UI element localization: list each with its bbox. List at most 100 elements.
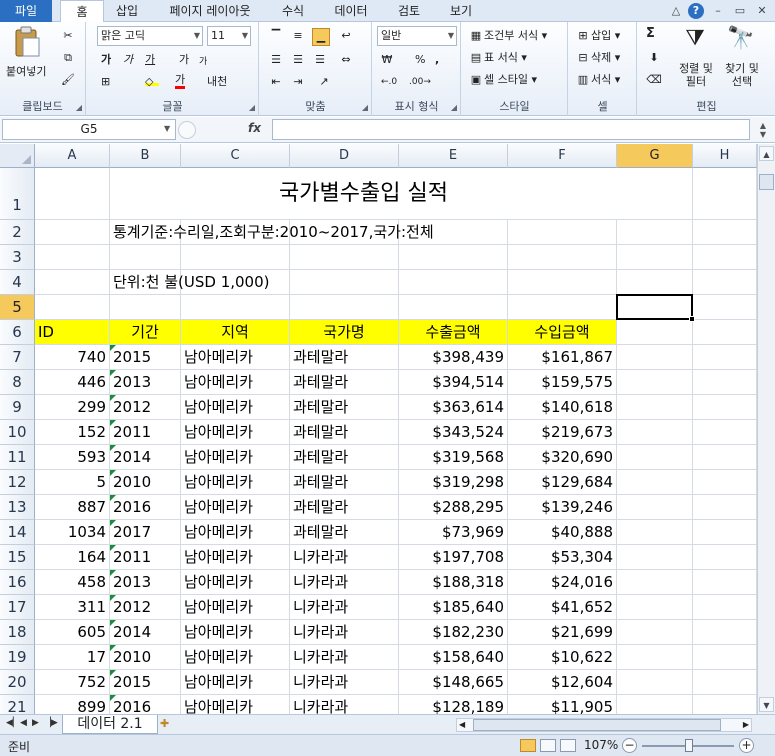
row-header[interactable]: 10 [0,420,35,445]
grid-cell[interactable] [693,345,757,370]
grid-cell[interactable] [693,595,757,620]
table-cell-region[interactable]: 남아메리카 [181,370,290,395]
italic-button[interactable]: 가 [123,52,133,68]
column-header-b[interactable]: B [110,144,181,168]
grid-cell[interactable] [617,495,693,520]
shrink-font-button[interactable]: 가 [199,54,207,70]
table-header-cell[interactable]: 지역 [181,320,290,345]
text-number-warning-icon[interactable] [110,370,116,376]
table-cell-country[interactable]: 과테말라 [290,445,399,470]
table-cell-country[interactable]: 과테말라 [290,495,399,520]
row-header[interactable]: 16 [0,570,35,595]
name-box[interactable]: G5 [2,119,176,140]
vertical-scrollbar[interactable]: ▲ ▼ [757,144,775,714]
table-cell-id[interactable]: 299 [35,395,110,420]
border-icon[interactable]: ⊞ [101,74,110,90]
row-header[interactable]: 5 [0,295,35,320]
table-cell-id[interactable]: 17 [35,645,110,670]
table-cell-export[interactable]: $182,230 [399,620,508,645]
paste-icon[interactable] [12,26,42,58]
column-header-g[interactable]: G [617,144,693,168]
tab-file[interactable]: 파일 [0,0,52,22]
text-number-warning-icon[interactable] [110,545,116,551]
table-cell-id[interactable]: 164 [35,545,110,570]
orientation-icon[interactable]: ↗ [316,74,332,90]
table-cell-period[interactable]: 2010 [110,470,181,495]
bold-button[interactable]: 가 [101,52,111,68]
grid-cell[interactable] [617,345,693,370]
grid-cell[interactable] [617,595,693,620]
scroll-up-icon[interactable]: ▲ [759,146,774,161]
table-cell-region[interactable]: 남아메리카 [181,695,290,714]
prev-sheet-icon[interactable]: ◀ [20,718,27,728]
table-cell-import[interactable]: $129,684 [508,470,617,495]
grid-cell[interactable] [693,520,757,545]
grid-cell[interactable] [35,245,110,270]
close-icon[interactable]: ✕ [754,3,770,19]
table-cell-region[interactable]: 남아메리카 [181,345,290,370]
grid-cell[interactable] [693,295,757,320]
increase-decimal-icon[interactable]: ←.0 [381,74,397,90]
expand-formula-icon[interactable]: ▲ ▼ [757,121,769,139]
row-header[interactable]: 9 [0,395,35,420]
row-header[interactable]: 17 [0,595,35,620]
grid-cell[interactable] [35,220,110,245]
text-number-warning-icon[interactable] [110,670,116,676]
grid-cell[interactable] [617,168,693,220]
grid-cell[interactable] [290,270,399,295]
text-number-warning-icon[interactable] [110,445,116,451]
table-cell-export[interactable]: $288,295 [399,495,508,520]
formula-options-icon[interactable] [178,121,196,139]
row-header[interactable]: 1 [0,168,35,220]
grid-cell[interactable] [693,370,757,395]
table-cell-period[interactable]: 2014 [110,445,181,470]
table-cell-export[interactable]: $185,640 [399,595,508,620]
insert-function-button[interactable]: fx [248,121,261,135]
table-cell-id[interactable]: 593 [35,445,110,470]
table-cell-import[interactable]: $12,604 [508,670,617,695]
grid-cell[interactable] [693,420,757,445]
text-number-warning-icon[interactable] [110,470,116,476]
table-cell-period[interactable]: 2010 [110,645,181,670]
row-header[interactable]: 12 [0,470,35,495]
grid-cell[interactable] [290,245,399,270]
align-center-icon[interactable]: ☰ [290,52,306,68]
table-cell-export[interactable]: $394,514 [399,370,508,395]
sort-filter-icon[interactable]: ⧩ [680,26,710,51]
table-cell-export[interactable]: $398,439 [399,345,508,370]
last-sheet-icon[interactable]: ▕▶ [44,718,58,728]
row-header[interactable]: 13 [0,495,35,520]
table-cell-region[interactable]: 남아메리카 [181,645,290,670]
grid-cell[interactable] [110,295,181,320]
grid-cell[interactable] [617,445,693,470]
grid-cell[interactable] [693,220,757,245]
table-cell-period[interactable]: 2014 [110,620,181,645]
table-header-cell[interactable]: 수출금액 [399,320,508,345]
sheet-tab-active[interactable]: 데이터 2.1 [62,715,158,734]
table-cell-country[interactable]: 니카라과 [290,570,399,595]
row-header[interactable]: 20 [0,670,35,695]
horizontal-scrollbar[interactable]: ◀ ▶ [456,718,752,732]
grid-cell[interactable] [693,245,757,270]
vertical-scroll-thumb[interactable] [759,174,774,190]
table-cell-export[interactable]: $148,665 [399,670,508,695]
phonetic-button[interactable]: 내천 [207,74,227,90]
table-cell-period[interactable]: 2011 [110,545,181,570]
table-cell-export[interactable]: $188,318 [399,570,508,595]
page-break-view-icon[interactable] [560,739,576,752]
alignment-launcher-icon[interactable]: ◢ [362,103,368,112]
row-header[interactable]: 4 [0,270,35,295]
column-header-d[interactable]: D [290,144,399,168]
font-color-button[interactable]: 가 [175,74,186,89]
table-cell-region[interactable]: 남아메리카 [181,495,290,520]
table-cell-country[interactable]: 니카라과 [290,645,399,670]
table-cell-import[interactable]: $21,699 [508,620,617,645]
table-cell-country[interactable]: 니카라과 [290,620,399,645]
normal-view-icon[interactable] [520,739,536,752]
row-header[interactable]: 7 [0,345,35,370]
grid-cell[interactable] [508,270,617,295]
table-cell-export[interactable]: $197,708 [399,545,508,570]
grid-cell[interactable] [617,395,693,420]
table-cell-export[interactable]: $319,568 [399,445,508,470]
increase-indent-icon[interactable]: ⇥ [290,74,306,90]
